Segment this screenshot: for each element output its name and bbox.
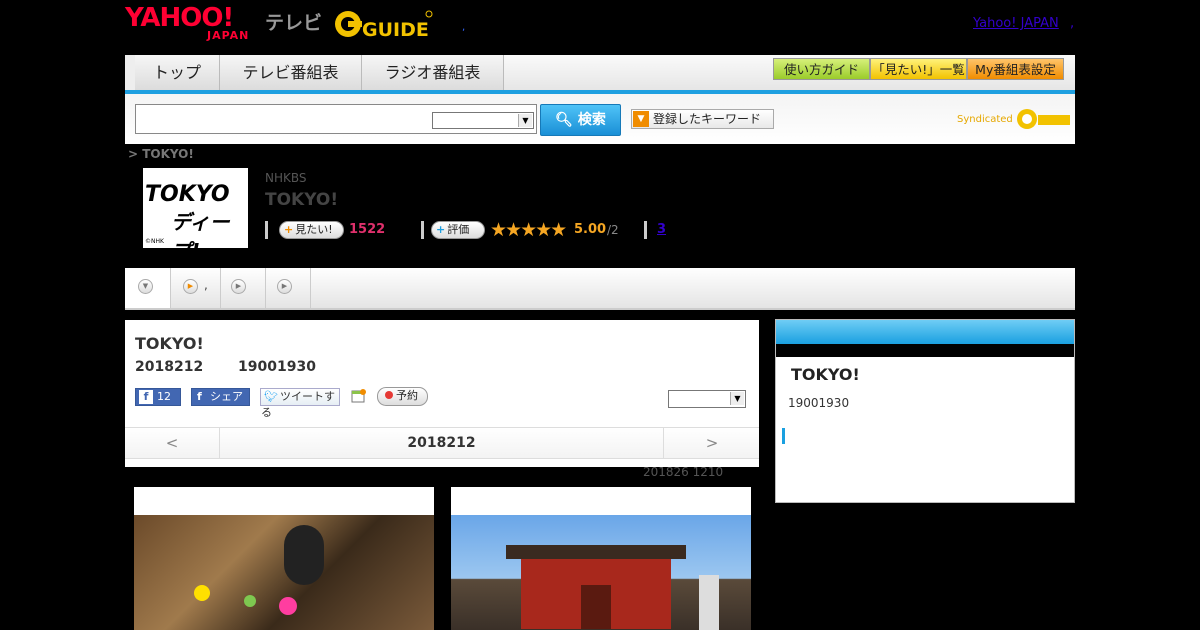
yahoo-logo-text: YAHOO! — [125, 3, 234, 33]
search-genre-select[interactable]: ▼ — [432, 112, 534, 129]
program-thumbnail: TOKYO ディープ! ©NHK — [143, 168, 248, 263]
search-bar: ▼ 🔍︎ 検索 ▼ 登録したキーワード Syndicated — [125, 94, 1075, 144]
subtab-3[interactable]: ▶ — [220, 268, 266, 308]
stone-pillar — [699, 575, 719, 630]
facebook-like-button[interactable]: f 12 — [135, 388, 181, 406]
chevron-down-icon: ▼ — [518, 114, 532, 127]
prev-date-button[interactable]: < — [125, 428, 220, 458]
reply-count-link[interactable]: 3 — [657, 222, 666, 237]
nav-date: 2018212 — [407, 435, 476, 451]
yahoo-logo-subtext: JAPAN — [207, 29, 250, 42]
breadcrumb: > TOKYO! — [128, 147, 194, 161]
want-count: 1522 — [349, 222, 386, 237]
temple-gate-image — [451, 515, 751, 630]
program-photo-1[interactable] — [134, 487, 434, 630]
nav-tab-top[interactable]: トップ — [135, 55, 220, 90]
usage-guide-button[interactable]: 使い方ガイド — [773, 58, 870, 80]
detail-select[interactable]: ▼ — [668, 390, 746, 408]
program-detail-panel: TOKYO! 2018212 19001930 f 12 f シェア 🐦︎ ツイートす… — [125, 320, 759, 467]
divider — [265, 221, 268, 239]
subtab-4[interactable]: ▶ — [265, 268, 311, 308]
want-button-label: 見たい! — [295, 223, 333, 236]
share-label: シェア — [210, 390, 243, 403]
header-separator: , — [1070, 16, 1075, 31]
gguide-logo[interactable]: GUIDE — [334, 6, 434, 42]
facebook-icon: f — [197, 390, 202, 403]
divider — [421, 221, 424, 239]
gguide-small-icon — [1016, 109, 1070, 129]
subtab-2-label: , — [204, 278, 208, 292]
twitter-bird-icon: 🐦︎ — [264, 390, 278, 403]
detail-title: TOKYO! — [135, 334, 204, 353]
program-photo-2[interactable] — [451, 487, 751, 630]
next-date-button[interactable]: > — [663, 428, 760, 458]
reserve-button[interactable]: 予約 — [377, 387, 428, 406]
facebook-icon: f — [139, 390, 153, 404]
triangle-down-icon: ▼ — [633, 111, 649, 127]
thumbnail-credit: ©NHK — [145, 238, 164, 245]
syndicated-label: Syndicated — [957, 114, 1013, 125]
side-title: TOKYO! — [791, 365, 860, 384]
rating-value: 5.00 — [574, 222, 607, 237]
rating-count: /2 — [607, 223, 619, 237]
chevron-down-icon: ▼ — [138, 279, 153, 294]
tweet-button[interactable]: 🐦︎ ツイートする — [260, 388, 340, 419]
plus-icon: + — [436, 223, 446, 236]
search-button[interactable]: 🔍︎ 検索 — [540, 104, 621, 136]
chevron-down-icon: ▼ — [730, 392, 744, 405]
side-panel-band — [776, 344, 1074, 357]
main-nav: トップ テレビ番組表 ラジオ番組表 使い方ガイド 「見たい!」一覧 My番組表設… — [125, 55, 1075, 94]
search-icon: 🔍︎ — [555, 112, 573, 128]
facebook-share-button[interactable]: f シェア — [191, 388, 250, 406]
broadcast-time: 19001930 — [238, 359, 316, 375]
channel-name: NHKBS — [265, 171, 307, 185]
side-panel-header — [776, 320, 1074, 344]
balloon-pink — [279, 597, 297, 615]
gguide-logo-text: GUIDE — [362, 19, 429, 41]
subtab-2[interactable]: ▶ , — [170, 268, 221, 308]
reserve-label: 予約 — [396, 389, 418, 402]
balloon-yellow — [194, 585, 210, 601]
want-button[interactable]: + 見たい! — [279, 221, 344, 239]
thumbnail-line1: TOKYO — [145, 182, 230, 207]
program-subtabs: ▼ ▶ , ▶ ▶ — [125, 268, 1075, 310]
broadcast-date: 2018212 — [135, 359, 204, 375]
my-schedule-settings-button[interactable]: My番組表設定 — [967, 58, 1064, 80]
side-time: 19001930 — [788, 396, 850, 410]
play-icon: ▶ — [231, 279, 246, 294]
rate-button[interactable]: + 評価 — [431, 221, 485, 239]
date-navigation: < 2018212 > — [125, 427, 759, 459]
gate-doorway — [581, 585, 611, 629]
thumbnail-line2: ディープ! — [171, 210, 230, 263]
side-marker — [782, 428, 785, 444]
subtab-1[interactable]: ▼ — [125, 268, 171, 308]
nav-tab-radio-listings[interactable]: ラジオ番組表 — [362, 55, 504, 90]
divider — [644, 221, 647, 239]
balloon-green — [244, 595, 256, 607]
yahoo-japan-link[interactable]: Yahoo! JAPAN — [973, 16, 1059, 31]
update-note: 201826 1210 — [643, 465, 724, 479]
side-panel: TOKYO! 19001930 — [775, 319, 1075, 503]
program-title: TOKYO! — [265, 190, 339, 210]
record-icon — [385, 391, 393, 399]
rate-button-label: 評価 — [447, 223, 470, 236]
nav-tab-tv-listings[interactable]: テレビ番組表 — [220, 55, 362, 90]
registered-keywords-button[interactable]: ▼ 登録したキーワード — [631, 109, 774, 129]
syndicated-gguide-logo: Syndicated — [957, 108, 1072, 130]
tv-label: テレビ — [265, 12, 323, 34]
want-list-button[interactable]: 「見たい!」一覧 — [870, 58, 967, 80]
person-figure — [284, 525, 324, 585]
search-button-label: 検索 — [577, 112, 606, 128]
shop-scene-image — [134, 515, 434, 630]
yahoo-japan-logo[interactable]: YAHOO! JAPAN — [125, 5, 265, 43]
facebook-count: 12 — [157, 390, 171, 403]
play-icon: ▶ — [183, 279, 198, 294]
registered-keywords-label: 登録したキーワード — [653, 112, 762, 126]
play-icon: ▶ — [277, 279, 292, 294]
temple-roof — [506, 545, 686, 559]
header-dot: , — [462, 22, 466, 33]
plus-icon: + — [284, 223, 294, 236]
star-rating-icon: ★★★★★ — [490, 219, 567, 241]
calendar-add-icon[interactable] — [351, 388, 367, 404]
